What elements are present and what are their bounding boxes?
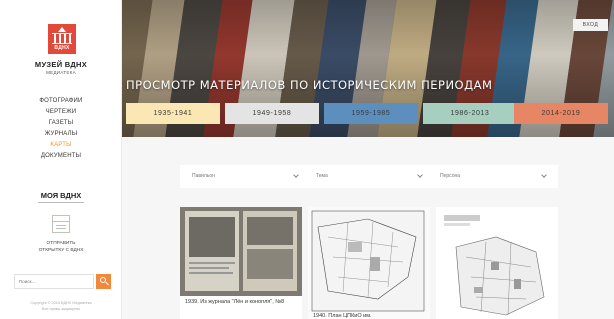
logo-roof-icon	[58, 27, 66, 32]
main-content: Павильон Тема Персона 1939. Из журнала "…	[122, 137, 614, 319]
map-image	[444, 215, 545, 316]
period-button-2014-2019[interactable]: 2014-2019	[514, 103, 608, 124]
card-caption: 1939. Из журнала "Лён и конопля", №8	[185, 299, 285, 305]
login-button[interactable]: ВХОД	[573, 19, 608, 31]
chevron-down-icon	[417, 172, 423, 178]
logo-column	[54, 34, 56, 43]
send-postcard-link[interactable]: ОТПРАВИТЬ ОТКРЫТКУ С ВДНХ	[0, 240, 122, 254]
vdnh-logo[interactable]: ВДНХ	[48, 24, 76, 54]
search-button[interactable]	[96, 274, 111, 289]
nav-item-photos[interactable]: ФОТОГРАФИИ	[0, 96, 122, 107]
period-button-1935-1941[interactable]: 1935-1941	[126, 103, 220, 124]
logo-bar-bottom	[52, 43, 72, 44]
hero-banner: ВХОД ПРОСМОТР МАТЕРИАЛОВ ПО ИСТОРИЧЕСКИМ…	[122, 0, 614, 137]
nav-item-drawings[interactable]: ЧЕРТЕЖИ	[0, 107, 122, 118]
filter-bar: Павильон Тема Персона	[180, 165, 558, 188]
postcard-icon[interactable]	[52, 215, 70, 233]
copyright-line2: Все права защищены	[41, 307, 81, 311]
sidebar-search	[14, 274, 111, 289]
nav-item-documents[interactable]: ДОКУМЕНТЫ	[0, 151, 122, 162]
my-vdnh-link[interactable]: МОЯ ВДНХ	[0, 191, 122, 200]
pavilion-select[interactable]: Павильон	[184, 165, 304, 188]
nav-item-newspapers[interactable]: ГАЗЕТЫ	[0, 118, 122, 129]
logo-text: ВДНХ	[54, 45, 70, 51]
period-button-1959-1985[interactable]: 1959-1985	[324, 103, 418, 124]
card-image	[436, 207, 558, 319]
card-image	[180, 207, 302, 296]
sidebar: ВДНХ МУЗЕЙ ВДНХ МЕДИАТЕКА ФОТОГРАФИИ ЧЕР…	[0, 0, 122, 319]
museum-subtitle: МЕДИАТЕКА	[46, 70, 76, 75]
logo-column	[59, 34, 61, 43]
result-card[interactable]: 1940. План ЦПКиО им.	[308, 207, 430, 319]
logo-column	[69, 34, 71, 43]
museum-title[interactable]: МУЗЕЙ ВДНХ	[0, 60, 122, 69]
chevron-down-icon	[541, 172, 547, 178]
person-select[interactable]: Персона	[432, 165, 552, 188]
person-select-label: Персона	[440, 173, 461, 179]
search-input[interactable]	[14, 274, 94, 289]
theme-select-label: Тема	[316, 173, 328, 179]
chevron-down-icon	[293, 172, 299, 178]
theme-select[interactable]: Тема	[308, 165, 428, 188]
period-button-1986-2013[interactable]: 1986-2013	[423, 103, 517, 124]
nav-item-magazines[interactable]: ЖУРНАЛЫ	[0, 129, 122, 140]
copyright: Copyright © 2019 ВДНХ Медиатека Все прав…	[0, 300, 122, 312]
card-caption: 1940. План ЦПКиО им.	[313, 313, 372, 319]
result-card[interactable]	[436, 207, 558, 319]
card-image	[308, 207, 430, 319]
send-postcard-line2: ОТКРЫТКУ С ВДНХ	[38, 248, 84, 253]
pavilion-select-label: Павильон	[192, 173, 215, 179]
sidebar-nav: ФОТОГРАФИИ ЧЕРТЕЖИ ГАЗЕТЫ ЖУРНАЛЫ КАРТЫ …	[0, 96, 122, 162]
page-title: ПРОСМОТР МАТЕРИАЛОВ ПО ИСТОРИЧЕСКИМ ПЕРИ…	[126, 78, 493, 92]
map-image	[311, 210, 425, 312]
my-vdnh-underline	[38, 202, 84, 203]
send-postcard-line1: ОТПРАВИТЬ	[46, 241, 76, 246]
period-button-1949-1958[interactable]: 1949-1958	[225, 103, 319, 124]
logo-column	[64, 34, 66, 43]
nav-item-maps[interactable]: КАРТЫ	[0, 140, 122, 151]
result-card[interactable]: 1939. Из журнала "Лён и конопля", №8	[180, 207, 302, 319]
